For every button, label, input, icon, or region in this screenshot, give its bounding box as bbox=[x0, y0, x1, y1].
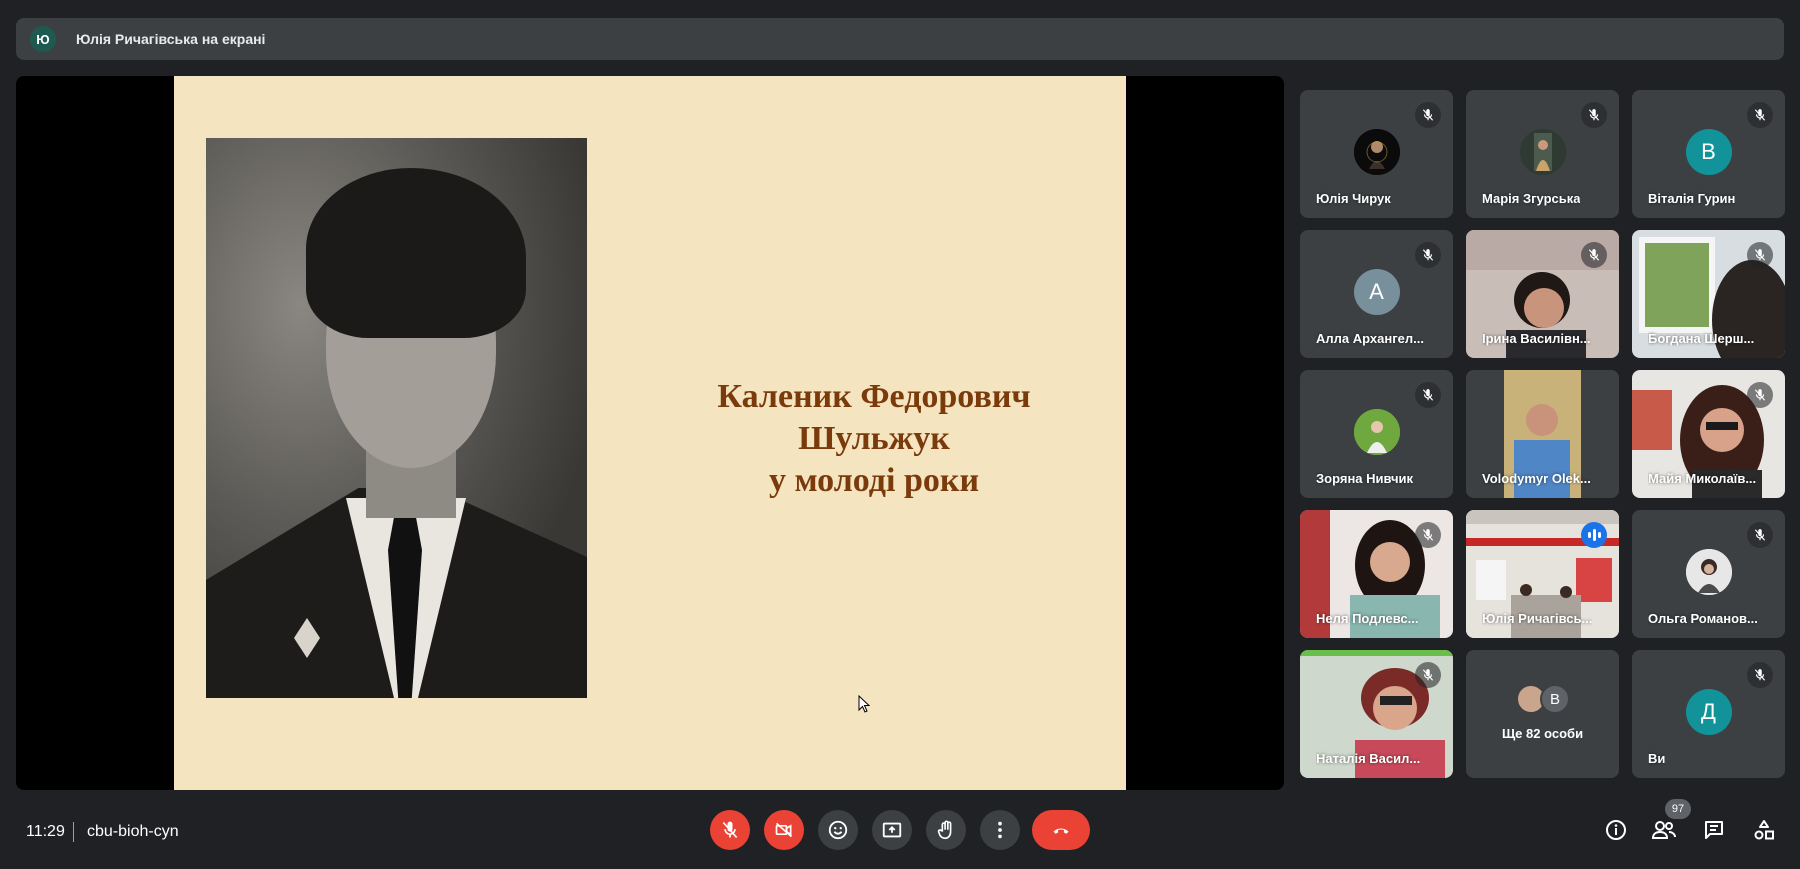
avatar: А bbox=[1353, 269, 1400, 315]
participant-tile[interactable]: Неля Подлевс... bbox=[1300, 510, 1453, 638]
camera-off-icon bbox=[775, 822, 793, 838]
slide-title-line: Шульжук bbox=[798, 420, 950, 457]
participant-name: Марія Згурська bbox=[1482, 191, 1581, 206]
mic-off-icon bbox=[1415, 522, 1441, 548]
participant-tile[interactable]: Марія Згурська bbox=[1466, 90, 1619, 218]
participant-tile[interactable]: Юлія Чирук bbox=[1300, 90, 1453, 218]
participant-name: Ви bbox=[1648, 751, 1666, 766]
participant-name: Зоряна Нивчик bbox=[1316, 471, 1414, 486]
mic-off-icon bbox=[1415, 382, 1441, 408]
meeting-time: 11:29 bbox=[26, 823, 65, 840]
presenter-banner-text: Юлія Ричагівська на екрані bbox=[76, 31, 266, 47]
participant-name: Віталія Гурин bbox=[1648, 191, 1736, 206]
participant-name: Алла Архангел... bbox=[1316, 331, 1424, 346]
participant-name: Неля Подлевс... bbox=[1316, 611, 1419, 626]
hang-up-icon bbox=[1053, 828, 1069, 834]
participant-name: Майя Миколаїв... bbox=[1648, 471, 1757, 486]
emoji-icon bbox=[828, 820, 848, 840]
mouse-cursor-icon bbox=[858, 695, 870, 713]
camera-toggle-button[interactable] bbox=[764, 810, 804, 850]
participant-name: Ольга Романов... bbox=[1648, 611, 1758, 626]
portrait-photo bbox=[206, 138, 587, 698]
avatar: Д bbox=[1685, 689, 1732, 735]
info-icon bbox=[1606, 820, 1626, 840]
presenter-banner: Ю Юлія Ричагівська на екрані bbox=[16, 18, 1784, 60]
speaking-indicator-icon bbox=[1581, 522, 1607, 548]
avatar bbox=[1353, 129, 1400, 175]
mic-off-icon bbox=[722, 821, 738, 839]
chat-button[interactable] bbox=[1700, 816, 1728, 844]
mic-off-icon bbox=[1747, 242, 1773, 268]
leave-call-button[interactable] bbox=[1032, 810, 1090, 850]
present-screen-button[interactable] bbox=[872, 810, 912, 850]
self-tile[interactable]: Д Ви bbox=[1632, 650, 1785, 778]
participant-tile[interactable]: А Алла Архангел... bbox=[1300, 230, 1453, 358]
mic-off-icon bbox=[1415, 242, 1441, 268]
meeting-details-button[interactable] bbox=[1602, 816, 1630, 844]
participant-tile-speaking[interactable]: Юлія Ричагівсь... bbox=[1466, 510, 1619, 638]
participant-name: Юлія Ричагівсь... bbox=[1482, 611, 1593, 626]
people-icon bbox=[1651, 821, 1676, 839]
shared-screen: Каленик Федорович Шульжук у молоді роки bbox=[16, 76, 1284, 790]
participant-tile[interactable]: Богдана Шерш... bbox=[1632, 230, 1785, 358]
more-vert-icon bbox=[998, 821, 1002, 839]
presenter-avatar: Ю bbox=[30, 26, 56, 52]
mic-off-icon bbox=[1415, 662, 1441, 688]
avatar bbox=[1519, 129, 1566, 175]
chat-icon bbox=[1705, 821, 1723, 839]
avatar: В bbox=[1540, 684, 1570, 714]
participant-tile[interactable]: Наталія Васил... bbox=[1300, 650, 1453, 778]
mic-off-icon bbox=[1581, 102, 1607, 128]
people-count-badge: 97 bbox=[1665, 799, 1691, 819]
hand-icon bbox=[937, 820, 952, 840]
present-icon bbox=[882, 822, 902, 838]
slide-title: Каленик Федорович Шульжук у молоді роки bbox=[664, 376, 1084, 502]
mic-off-icon bbox=[1581, 242, 1607, 268]
participant-name: Наталія Васил... bbox=[1316, 751, 1421, 766]
people-button[interactable] bbox=[1650, 816, 1678, 844]
avatar: В bbox=[1685, 129, 1732, 175]
participant-tile[interactable]: Майя Миколаїв... bbox=[1632, 370, 1785, 498]
participant-name: Volodymyr Olek... bbox=[1482, 471, 1591, 486]
mic-off-icon bbox=[1747, 662, 1773, 688]
participant-tile[interactable]: В Віталія Гурин bbox=[1632, 90, 1785, 218]
control-bar: 11:29 cbu-bioh-cyn 97 bbox=[0, 799, 1800, 869]
more-options-button[interactable] bbox=[980, 810, 1020, 850]
slide-title-line: у молоді роки bbox=[768, 462, 980, 499]
raise-hand-button[interactable] bbox=[926, 810, 966, 850]
meeting-code: cbu-bioh-cyn bbox=[87, 823, 179, 840]
avatar bbox=[1353, 409, 1400, 455]
activities-button[interactable] bbox=[1750, 816, 1778, 844]
participant-name: Юлія Чирук bbox=[1316, 191, 1391, 206]
slide-title-line: Каленик Федорович bbox=[717, 378, 1031, 415]
microphone-toggle-button[interactable] bbox=[710, 810, 750, 850]
more-participants-label: Ще 82 особи bbox=[1501, 726, 1584, 741]
mic-off-icon bbox=[1747, 102, 1773, 128]
divider bbox=[73, 822, 74, 842]
more-participants-tile[interactable]: В Ще 82 особи bbox=[1466, 650, 1619, 778]
mic-off-icon bbox=[1747, 522, 1773, 548]
presentation-slide: Каленик Федорович Шульжук у молоді роки bbox=[174, 76, 1126, 790]
participant-tile[interactable]: Ольга Романов... bbox=[1632, 510, 1785, 638]
participant-name: Ірина Василівн... bbox=[1482, 331, 1591, 346]
participant-tile[interactable]: Зоряна Нивчик bbox=[1300, 370, 1453, 498]
participant-name: Богдана Шерш... bbox=[1648, 331, 1755, 346]
participant-tile[interactable]: Volodymyr Olek... bbox=[1466, 370, 1619, 498]
activities-icon bbox=[1754, 820, 1774, 840]
mic-off-icon bbox=[1747, 382, 1773, 408]
avatar bbox=[1685, 549, 1732, 595]
participant-tile[interactable]: Ірина Василівн... bbox=[1466, 230, 1619, 358]
reactions-button[interactable] bbox=[818, 810, 858, 850]
mic-off-icon bbox=[1415, 102, 1441, 128]
